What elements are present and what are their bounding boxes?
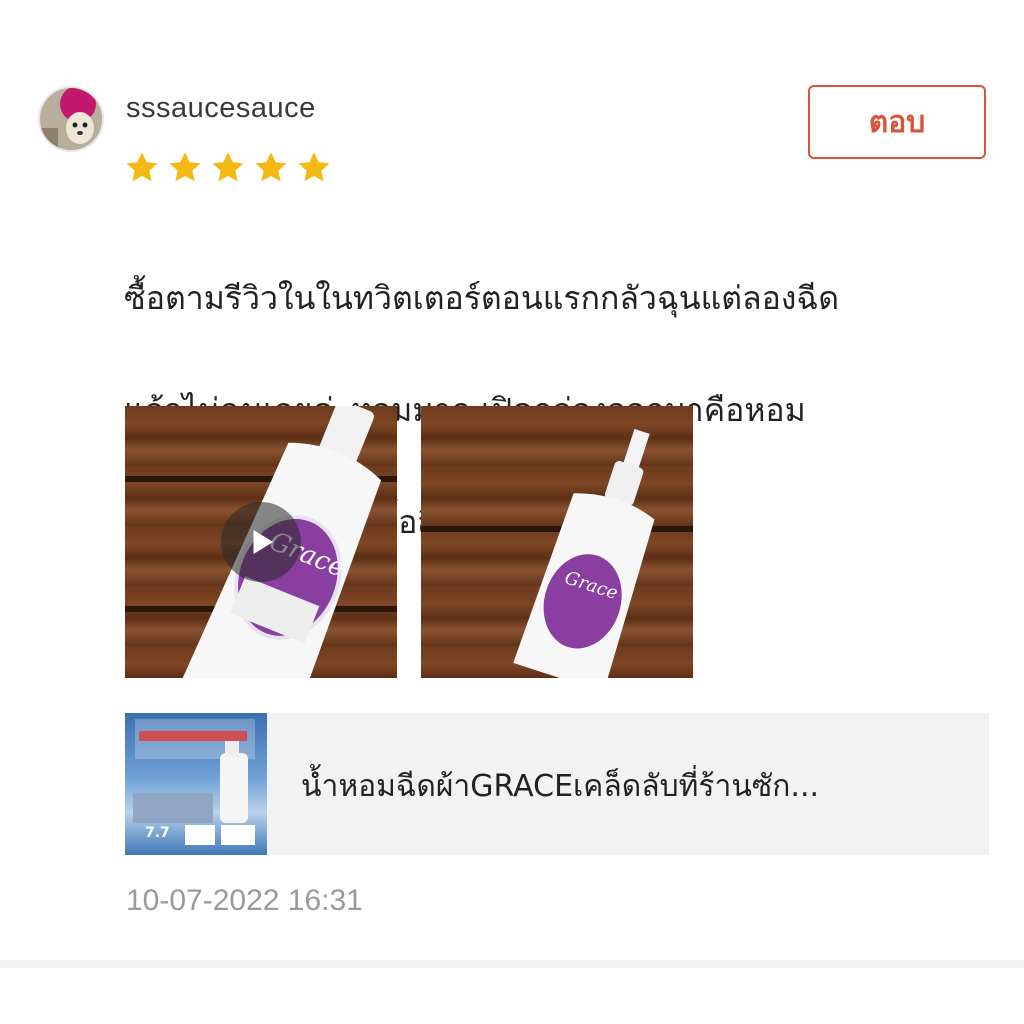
bottle-image: Grace	[513, 428, 655, 678]
avatar-photo	[40, 88, 102, 150]
rating-stars	[124, 150, 332, 186]
product-ad-image: 7.7	[133, 719, 255, 845]
star-icon	[212, 152, 244, 182]
review-video-thumbnail[interactable]: Grace	[125, 406, 397, 678]
review-photo-thumbnail[interactable]: Grace	[421, 406, 693, 678]
play-button[interactable]	[221, 502, 301, 582]
play-icon	[253, 530, 273, 554]
reply-button[interactable]: ตอบ	[808, 85, 986, 159]
avatar[interactable]	[38, 86, 104, 152]
username: sssaucesauce	[126, 92, 316, 124]
product-thumbnail: 7.7	[125, 713, 267, 855]
review-timestamp: 10-07-2022 16:31	[126, 884, 363, 917]
divider	[0, 960, 1024, 968]
review-line: ซื้อตามรีวิวในในทวิตเตอร์ตอนแรกกลัวฉุนแต…	[124, 279, 839, 317]
star-icon	[255, 152, 287, 182]
product-title: น้ำหอมฉีดผ้าGRACEเคล็ดลับที่ร้านซัก...	[301, 769, 820, 804]
star-icon	[298, 152, 330, 182]
product-badge: 7.7	[145, 825, 170, 841]
star-icon	[169, 152, 201, 182]
star-icon	[126, 152, 158, 182]
product-link-card[interactable]: 7.7 น้ำหอมฉีดผ้าGRACEเคล็ดลับที่ร้านซัก.…	[125, 713, 989, 855]
